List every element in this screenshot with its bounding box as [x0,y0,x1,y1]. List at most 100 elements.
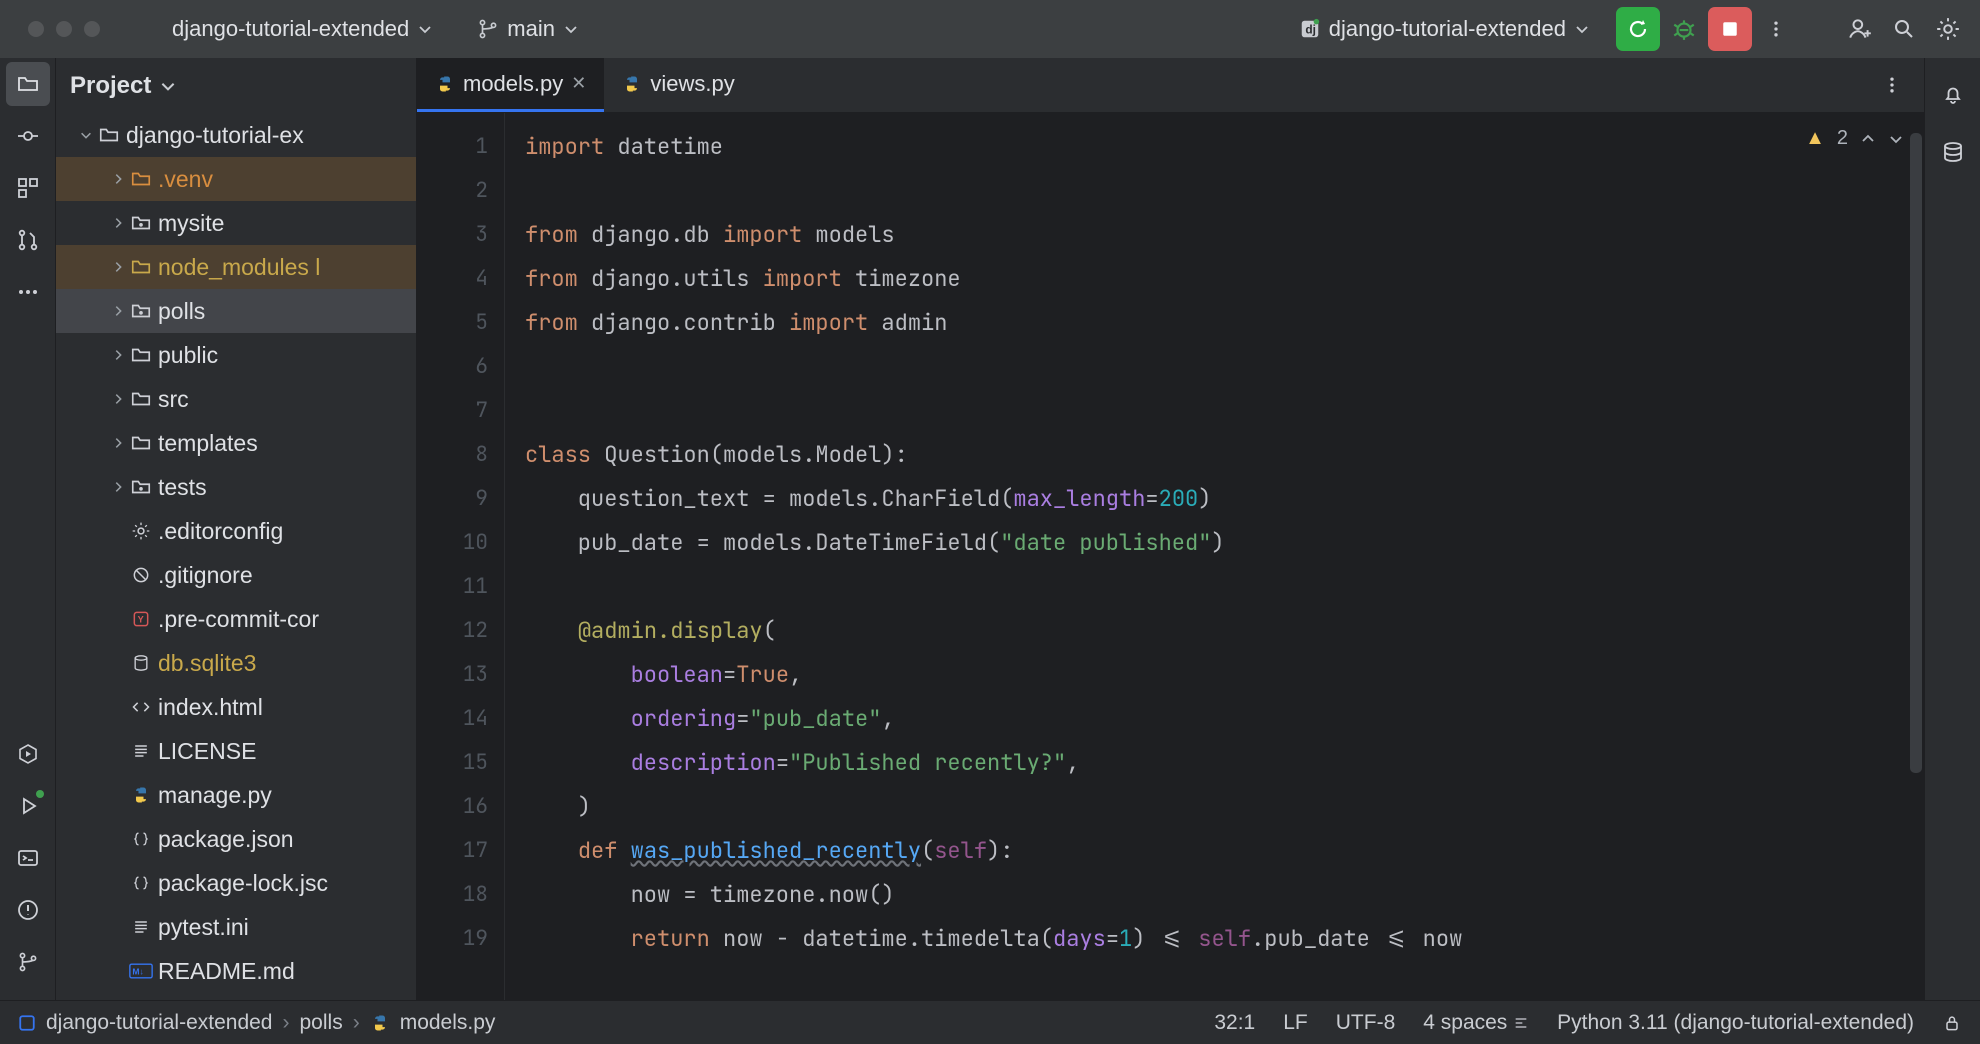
minimize-window-icon[interactable] [56,21,72,37]
line-number[interactable]: 9 [417,477,488,521]
line-number[interactable]: 17 [417,829,488,873]
structure-tool-button[interactable] [6,166,50,210]
tab-options-button[interactable] [1870,63,1914,107]
tree-item[interactable]: Y.pre-commit-cor [56,597,416,641]
folder-module-icon [128,212,154,234]
line-number[interactable]: 12 [417,609,488,653]
settings-button[interactable] [1926,7,1970,51]
tree-item[interactable]: LICENSE [56,729,416,773]
line-number[interactable]: 16 [417,785,488,829]
line-number[interactable]: 6 [417,345,488,389]
breadcrumb-item[interactable]: models.py [400,1011,496,1035]
line-number[interactable]: 10 [417,521,488,565]
expand-chevron-icon[interactable] [108,216,128,230]
breadcrumb-item[interactable]: polls [300,1011,343,1035]
breadcrumb-item[interactable]: django-tutorial-extended [46,1011,273,1035]
tree-item[interactable]: .venv [56,157,416,201]
commit-tool-button[interactable] [6,114,50,158]
expand-chevron-icon[interactable] [108,436,128,450]
services-tool-button[interactable] [6,732,50,776]
tree-item[interactable]: db.sqlite3 [56,641,416,685]
expand-chevron-icon[interactable] [108,348,128,362]
expand-chevron-icon[interactable] [108,392,128,406]
line-number[interactable]: 11 [417,565,488,609]
line-number[interactable]: 5 [417,301,488,345]
line-number[interactable]: 13 [417,653,488,697]
editor-tab[interactable]: views.py [604,58,752,112]
tree-item[interactable]: templates [56,421,416,465]
expand-chevron-icon[interactable] [108,260,128,274]
tree-item[interactable]: src [56,377,416,421]
run-config-dropdown[interactable]: dj django-tutorial-extended [1285,10,1604,48]
indent-setting[interactable]: 4 spaces [1423,1011,1529,1035]
expand-chevron-icon[interactable] [108,172,128,186]
line-number[interactable]: 15 [417,741,488,785]
python-icon [128,785,154,805]
tree-item[interactable]: M↓README.md [56,949,416,993]
line-number[interactable]: 14 [417,697,488,741]
editor-tab[interactable]: models.py✕ [417,58,604,112]
editor-scrollbar[interactable] [1910,133,1922,773]
stop-button[interactable] [1708,7,1752,51]
run-tool-button[interactable] [6,784,50,828]
project-panel-header[interactable]: Project [56,58,416,113]
tree-item[interactable]: package-lock.jsc [56,861,416,905]
breadcrumbs[interactable]: django-tutorial-extended › polls › model… [18,1011,495,1035]
pull-requests-tool-button[interactable] [6,218,50,262]
database-tool-button[interactable] [1931,130,1975,174]
line-number[interactable]: 19 [417,917,488,961]
line-number[interactable]: 4 [417,257,488,301]
tree-item[interactable]: manage.py [56,773,416,817]
tree-item[interactable]: .gitignore [56,553,416,597]
lock-icon[interactable] [1942,1013,1962,1033]
chevron-up-icon[interactable] [1860,131,1876,147]
tree-item[interactable]: .editorconfig [56,509,416,553]
tree-item[interactable]: polls [56,289,416,333]
tree-item-label: templates [158,430,258,457]
caret-position[interactable]: 32:1 [1214,1011,1255,1035]
editor-area: models.py✕views.py 123456789101112131415… [417,58,1924,1000]
line-number[interactable]: 1 [417,125,488,169]
tree-item[interactable]: mysite [56,201,416,245]
tree-item[interactable]: node_modules l [56,245,416,289]
editor-gutter[interactable]: 12345678910111213141516171819 [417,113,505,1000]
problems-tool-button[interactable] [6,888,50,932]
notifications-button[interactable] [1931,72,1975,116]
tree-item[interactable]: django-tutorial-ex [56,113,416,157]
line-number[interactable]: 7 [417,389,488,433]
more-tool-windows-button[interactable] [6,270,50,314]
vcs-branch-dropdown[interactable]: main [463,10,593,48]
vcs-tool-button[interactable] [6,940,50,984]
tree-item[interactable]: package.json [56,817,416,861]
maximize-window-icon[interactable] [84,21,100,37]
tree-item[interactable]: tests [56,465,416,509]
debug-button[interactable] [1662,7,1706,51]
close-window-icon[interactable] [28,21,44,37]
expand-chevron-icon[interactable] [108,304,128,318]
python-interpreter[interactable]: Python 3.11 (django-tutorial-extended) [1557,1011,1914,1035]
rerun-button[interactable] [1616,7,1660,51]
more-actions-button[interactable] [1754,7,1798,51]
expand-chevron-icon[interactable] [108,480,128,494]
tree-item[interactable]: index.html [56,685,416,729]
line-number[interactable]: 2 [417,169,488,213]
project-dropdown[interactable]: django-tutorial-extended [158,10,447,48]
terminal-tool-button[interactable] [6,836,50,880]
expand-chevron-icon[interactable] [76,128,96,142]
code-with-me-button[interactable] [1838,7,1882,51]
line-number[interactable]: 18 [417,873,488,917]
inspection-widget[interactable]: ▲ 2 [1805,127,1904,150]
project-tree[interactable]: django-tutorial-ex.venvmysitenode_module… [56,113,416,1000]
tree-item[interactable]: public [56,333,416,377]
project-tool-button[interactable] [6,62,50,106]
file-encoding[interactable]: UTF-8 [1336,1011,1396,1035]
line-number[interactable]: 3 [417,213,488,257]
search-everywhere-button[interactable] [1882,7,1926,51]
code-content[interactable]: import datetimefrom django.db import mod… [505,113,1924,1000]
code-editor[interactable]: 12345678910111213141516171819 import dat… [417,113,1924,1000]
line-number[interactable]: 8 [417,433,488,477]
line-separator[interactable]: LF [1283,1011,1308,1035]
tree-item[interactable]: pytest.ini [56,905,416,949]
chevron-down-icon[interactable] [1888,131,1904,147]
close-tab-icon[interactable]: ✕ [571,73,586,94]
